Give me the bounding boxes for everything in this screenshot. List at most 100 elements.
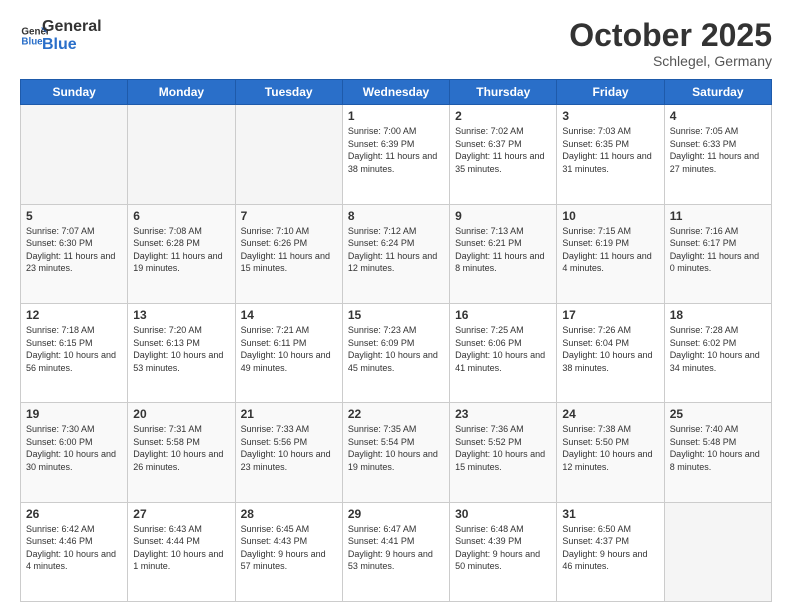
day-info: Sunrise: 7:33 AM Sunset: 5:56 PM Dayligh… — [241, 423, 337, 473]
day-number: 5 — [26, 209, 122, 223]
calendar-cell — [235, 105, 342, 204]
calendar-week-row: 1Sunrise: 7:00 AM Sunset: 6:39 PM Daylig… — [21, 105, 772, 204]
calendar-cell: 27 Sunrise: 6:43 AM Sunset: 4:44 PM Dayli… — [128, 502, 235, 601]
page: General Blue General Blue October 2025 S… — [0, 0, 792, 612]
day-number: 25 — [670, 407, 766, 421]
day-number: 23 — [455, 407, 551, 421]
day-number: 27 — [133, 507, 229, 521]
logo-line1: General — [42, 18, 102, 36]
day-number: 30 — [455, 507, 551, 521]
calendar-cell: 30 Sunrise: 6:48 AM Sunset: 4:39 PM Dayli… — [450, 502, 557, 601]
calendar-cell: 11Sunrise: 7:16 AM Sunset: 6:17 PM Dayli… — [664, 204, 771, 303]
day-number: 10 — [562, 209, 658, 223]
day-number: 29 — [348, 507, 444, 521]
calendar-cell: 1Sunrise: 7:00 AM Sunset: 6:39 PM Daylig… — [342, 105, 449, 204]
calendar-week-row: 5 Sunrise: 7:07 AM Sunset: 6:30 PM Daylig… — [21, 204, 772, 303]
calendar-cell: 28 Sunrise: 6:45 AM Sunset: 4:43 PM Dayli… — [235, 502, 342, 601]
day-number: 31 — [562, 507, 658, 521]
day-info: Sunrise: 7:15 AM Sunset: 6:19 PM Dayligh… — [562, 225, 658, 275]
day-number: 3 — [562, 109, 658, 123]
calendar-cell: 12 Sunrise: 7:18 AM Sunset: 6:15 PM Dayli… — [21, 303, 128, 402]
day-number: 4 — [670, 109, 766, 123]
calendar-cell: 23 Sunrise: 7:36 AM Sunset: 5:52 PM Dayli… — [450, 403, 557, 502]
day-info: Sunrise: 6:43 AM Sunset: 4:44 PM Dayligh… — [133, 523, 229, 573]
month-title: October 2025 — [569, 18, 772, 53]
calendar-cell: 18 Sunrise: 7:28 AM Sunset: 6:02 PM Dayli… — [664, 303, 771, 402]
title-block: October 2025 Schlegel, Germany — [569, 18, 772, 69]
day-number: 28 — [241, 507, 337, 521]
calendar-cell: 31 Sunrise: 6:50 AM Sunset: 4:37 PM Dayli… — [557, 502, 664, 601]
day-info: Sunrise: 7:28 AM Sunset: 6:02 PM Dayligh… — [670, 324, 766, 374]
day-info: Sunrise: 7:12 AM Sunset: 6:24 PM Dayligh… — [348, 225, 444, 275]
day-info: Sunrise: 7:18 AM Sunset: 6:15 PM Dayligh… — [26, 324, 122, 374]
calendar-cell: 25 Sunrise: 7:40 AM Sunset: 5:48 PM Dayli… — [664, 403, 771, 502]
header: General Blue General Blue October 2025 S… — [20, 18, 772, 69]
day-info: Sunrise: 7:13 AM Sunset: 6:21 PM Dayligh… — [455, 225, 551, 275]
calendar-cell: 5 Sunrise: 7:07 AM Sunset: 6:30 PM Daylig… — [21, 204, 128, 303]
calendar-cell: 21Sunrise: 7:33 AM Sunset: 5:56 PM Dayli… — [235, 403, 342, 502]
day-number: 11 — [670, 209, 766, 223]
day-info: Sunrise: 7:00 AM Sunset: 6:39 PM Dayligh… — [348, 125, 444, 175]
day-info: Sunrise: 7:36 AM Sunset: 5:52 PM Dayligh… — [455, 423, 551, 473]
weekday-header-row: SundayMondayTuesdayWednesdayThursdayFrid… — [21, 80, 772, 105]
day-number: 15 — [348, 308, 444, 322]
calendar-cell: 2 Sunrise: 7:02 AM Sunset: 6:37 PM Daylig… — [450, 105, 557, 204]
weekday-header-thursday: Thursday — [450, 80, 557, 105]
day-number: 19 — [26, 407, 122, 421]
calendar-cell: 14Sunrise: 7:21 AM Sunset: 6:11 PM Dayli… — [235, 303, 342, 402]
calendar-cell: 4 Sunrise: 7:05 AM Sunset: 6:33 PM Daylig… — [664, 105, 771, 204]
logo: General Blue General Blue — [20, 18, 102, 53]
svg-text:Blue: Blue — [21, 36, 43, 47]
calendar-cell: 26 Sunrise: 6:42 AM Sunset: 4:46 PM Dayli… — [21, 502, 128, 601]
calendar-cell: 22 Sunrise: 7:35 AM Sunset: 5:54 PM Dayli… — [342, 403, 449, 502]
calendar-week-row: 19 Sunrise: 7:30 AM Sunset: 6:00 PM Dayli… — [21, 403, 772, 502]
day-info: Sunrise: 7:10 AM Sunset: 6:26 PM Dayligh… — [241, 225, 337, 275]
day-info: Sunrise: 7:02 AM Sunset: 6:37 PM Dayligh… — [455, 125, 551, 175]
day-info: Sunrise: 7:25 AM Sunset: 6:06 PM Dayligh… — [455, 324, 551, 374]
calendar-cell: 16Sunrise: 7:25 AM Sunset: 6:06 PM Dayli… — [450, 303, 557, 402]
calendar-table: SundayMondayTuesdayWednesdayThursdayFrid… — [20, 79, 772, 602]
day-info: Sunrise: 7:26 AM Sunset: 6:04 PM Dayligh… — [562, 324, 658, 374]
weekday-header-tuesday: Tuesday — [235, 80, 342, 105]
day-number: 24 — [562, 407, 658, 421]
day-info: Sunrise: 7:07 AM Sunset: 6:30 PM Dayligh… — [26, 225, 122, 275]
day-number: 18 — [670, 308, 766, 322]
day-info: Sunrise: 7:03 AM Sunset: 6:35 PM Dayligh… — [562, 125, 658, 175]
calendar-cell — [21, 105, 128, 204]
calendar-cell: 7 Sunrise: 7:10 AM Sunset: 6:26 PM Daylig… — [235, 204, 342, 303]
day-number: 12 — [26, 308, 122, 322]
day-info: Sunrise: 7:38 AM Sunset: 5:50 PM Dayligh… — [562, 423, 658, 473]
logo-line2: Blue — [42, 36, 102, 54]
day-info: Sunrise: 7:08 AM Sunset: 6:28 PM Dayligh… — [133, 225, 229, 275]
day-info: Sunrise: 7:23 AM Sunset: 6:09 PM Dayligh… — [348, 324, 444, 374]
day-number: 26 — [26, 507, 122, 521]
day-info: Sunrise: 7:35 AM Sunset: 5:54 PM Dayligh… — [348, 423, 444, 473]
day-info: Sunrise: 7:31 AM Sunset: 5:58 PM Dayligh… — [133, 423, 229, 473]
day-number: 8 — [348, 209, 444, 223]
location-subtitle: Schlegel, Germany — [569, 53, 772, 69]
day-info: Sunrise: 7:30 AM Sunset: 6:00 PM Dayligh… — [26, 423, 122, 473]
day-info: Sunrise: 6:48 AM Sunset: 4:39 PM Dayligh… — [455, 523, 551, 573]
calendar-cell: 3 Sunrise: 7:03 AM Sunset: 6:35 PM Daylig… — [557, 105, 664, 204]
day-info: Sunrise: 7:20 AM Sunset: 6:13 PM Dayligh… — [133, 324, 229, 374]
calendar-cell: 10 Sunrise: 7:15 AM Sunset: 6:19 PM Dayli… — [557, 204, 664, 303]
day-info: Sunrise: 7:05 AM Sunset: 6:33 PM Dayligh… — [670, 125, 766, 175]
day-number: 20 — [133, 407, 229, 421]
day-number: 22 — [348, 407, 444, 421]
day-info: Sunrise: 6:42 AM Sunset: 4:46 PM Dayligh… — [26, 523, 122, 573]
calendar-cell: 19 Sunrise: 7:30 AM Sunset: 6:00 PM Dayli… — [21, 403, 128, 502]
calendar-cell: 20 Sunrise: 7:31 AM Sunset: 5:58 PM Dayli… — [128, 403, 235, 502]
day-number: 17 — [562, 308, 658, 322]
day-number: 7 — [241, 209, 337, 223]
day-info: Sunrise: 6:45 AM Sunset: 4:43 PM Dayligh… — [241, 523, 337, 573]
calendar-week-row: 12 Sunrise: 7:18 AM Sunset: 6:15 PM Dayli… — [21, 303, 772, 402]
calendar-cell: 13Sunrise: 7:20 AM Sunset: 6:13 PM Dayli… — [128, 303, 235, 402]
day-number: 2 — [455, 109, 551, 123]
day-info: Sunrise: 7:40 AM Sunset: 5:48 PM Dayligh… — [670, 423, 766, 473]
calendar-cell: 17 Sunrise: 7:26 AM Sunset: 6:04 PM Dayli… — [557, 303, 664, 402]
day-info: Sunrise: 6:50 AM Sunset: 4:37 PM Dayligh… — [562, 523, 658, 573]
calendar-cell: 8 Sunrise: 7:12 AM Sunset: 6:24 PM Daylig… — [342, 204, 449, 303]
calendar-cell: 29Sunrise: 6:47 AM Sunset: 4:41 PM Dayli… — [342, 502, 449, 601]
calendar-cell: 24 Sunrise: 7:38 AM Sunset: 5:50 PM Dayli… — [557, 403, 664, 502]
weekday-header-friday: Friday — [557, 80, 664, 105]
